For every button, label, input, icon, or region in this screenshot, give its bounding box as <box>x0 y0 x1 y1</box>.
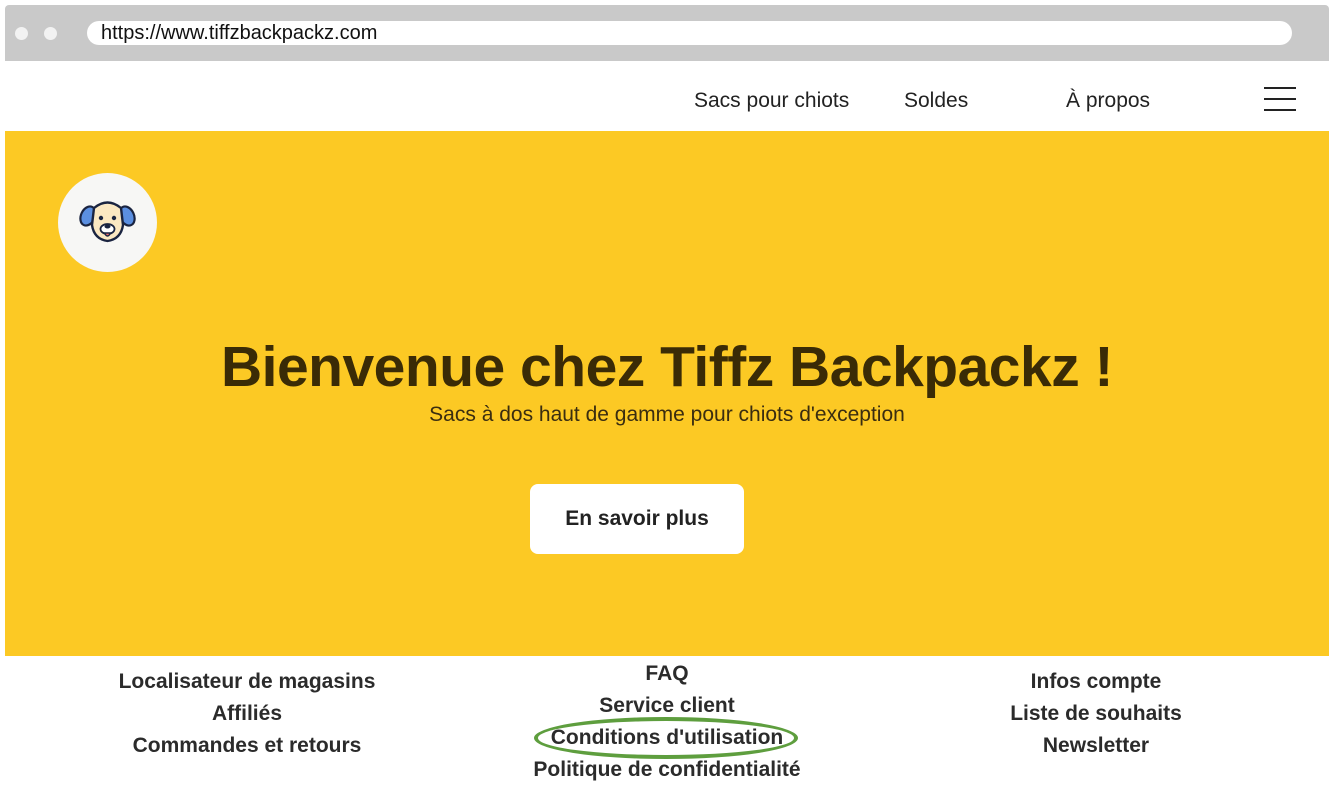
footer-link-wishlist[interactable]: Liste de souhaits <box>896 702 1296 726</box>
url-text[interactable]: https://www.tiffzbackpackz.com <box>101 23 377 43</box>
nav-link-puppy-bags[interactable]: Sacs pour chiots <box>694 89 849 113</box>
footer-link-affiliates[interactable]: Affiliés <box>5 702 489 726</box>
nav-link-about[interactable]: À propos <box>1066 89 1150 113</box>
window-control-dot[interactable] <box>44 27 57 40</box>
nav-link-sales[interactable]: Soldes <box>904 89 968 113</box>
hamburger-menu-icon[interactable] <box>1264 85 1296 113</box>
window-control-dot[interactable] <box>15 27 28 40</box>
footer-link-customer-service[interactable]: Service client <box>467 694 867 718</box>
browser-toolbar: https://www.tiffzbackpackz.com <box>5 5 1329 61</box>
site-header: Sacs pour chiots Soldes À propos <box>5 61 1329 131</box>
footer-link-faq[interactable]: FAQ <box>467 662 867 686</box>
hero-banner: Bienvenue chez Tiffz Backpackz ! Sacs à … <box>5 131 1329 656</box>
learn-more-button[interactable]: En savoir plus <box>530 484 744 554</box>
footer-link-newsletter[interactable]: Newsletter <box>896 734 1296 758</box>
footer-link-store-locator[interactable]: Localisateur de magasins <box>5 670 489 694</box>
address-bar[interactable]: https://www.tiffzbackpackz.com <box>87 21 1292 45</box>
hero-subtitle: Sacs à dos haut de gamme pour chiots d'e… <box>429 403 905 426</box>
site-logo[interactable] <box>58 173 157 272</box>
site-footer: Localisateur de magasins Affiliés Comman… <box>5 656 1329 800</box>
footer-link-orders-returns[interactable]: Commandes et retours <box>5 734 489 758</box>
footer-link-privacy-policy[interactable]: Politique de confidentialité <box>467 758 867 782</box>
footer-link-terms-of-use[interactable]: Conditions d'utilisation <box>467 726 867 750</box>
footer-link-account-info[interactable]: Infos compte <box>896 670 1296 694</box>
dog-face-icon <box>79 201 136 243</box>
hero-title: Bienvenue chez Tiffz Backpackz ! <box>220 335 1114 399</box>
